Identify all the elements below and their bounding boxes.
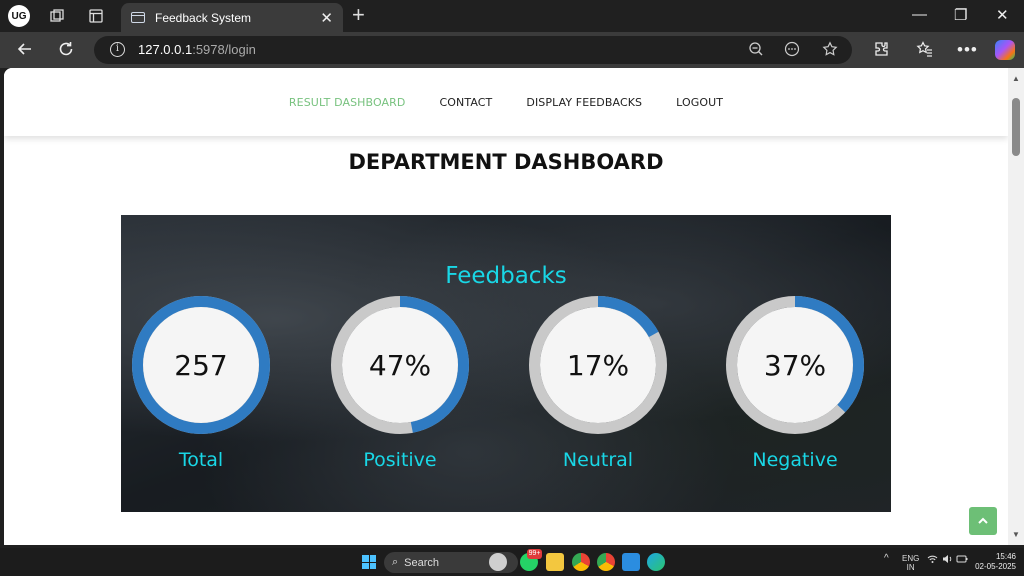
edge-icon[interactable]	[647, 553, 665, 571]
file-explorer-icon[interactable]	[546, 553, 564, 571]
minimize-button[interactable]: —	[912, 6, 927, 23]
page-viewport: RESULT DASHBOARD CONTACT DISPLAY FEEDBAC…	[4, 68, 1008, 545]
stat-negative: 37% Negative	[725, 295, 865, 471]
stat-label: Positive	[363, 449, 437, 471]
scroll-to-top-button[interactable]	[969, 507, 997, 535]
stat-value: 257	[174, 348, 228, 382]
page-favicon-icon	[131, 12, 145, 23]
chevron-up-icon	[978, 517, 988, 524]
nav-contact[interactable]: CONTACT	[440, 96, 493, 109]
zoom-out-icon[interactable]	[748, 41, 764, 61]
favorites-icon[interactable]	[916, 40, 934, 63]
search-icon: ⌕	[392, 556, 399, 568]
page-scrollbar[interactable]: ▲ ▼	[1008, 68, 1024, 545]
chevron-up-icon[interactable]: ^	[884, 554, 889, 564]
feedback-stats-panel: Feedbacks 257 Total 47% Positive 17% Neu…	[121, 215, 891, 512]
chrome-profile-icon[interactable]	[597, 553, 615, 571]
stat-neutral: 17% Neutral	[528, 295, 668, 471]
scroll-up-arrow-icon[interactable]: ▲	[1012, 74, 1020, 83]
battery-icon[interactable]	[956, 554, 968, 566]
stat-value: 37%	[763, 348, 827, 382]
volume-icon[interactable]	[942, 554, 953, 566]
tab-close-icon[interactable]: ✕	[320, 9, 333, 27]
browser-toolbar: i 127.0.0.1:5978/login •••	[0, 32, 1024, 68]
new-tab-button[interactable]: +	[352, 4, 365, 26]
stat-value: 17%	[566, 348, 630, 382]
nav-logout[interactable]: LOGOUT	[676, 96, 723, 109]
section-label: Feedbacks	[445, 263, 567, 289]
copilot-icon[interactable]	[995, 40, 1015, 60]
refresh-icon[interactable]	[57, 40, 75, 63]
browser-tab-bar: UG Feedback System ✕ + — ❐ ✕	[0, 0, 1024, 32]
stat-label: Neutral	[562, 449, 634, 471]
stat-value: 47%	[368, 348, 432, 382]
stat-label: Negative	[752, 449, 838, 471]
wifi-icon[interactable]	[927, 554, 938, 566]
system-clock[interactable]: 15:46 02-05-2025	[972, 552, 1016, 572]
stat-total: 257 Total	[131, 295, 271, 471]
language-indicator[interactable]: ENG IN	[902, 554, 919, 572]
scroll-down-arrow-icon[interactable]: ▼	[1012, 530, 1020, 539]
tab-feedback-system[interactable]: Feedback System ✕	[121, 3, 343, 32]
stat-positive: 47% Positive	[330, 295, 470, 471]
address-bar[interactable]: i 127.0.0.1:5978/login	[94, 36, 852, 64]
stat-label: Total	[178, 449, 224, 471]
profile-avatar[interactable]: UG	[8, 5, 30, 27]
nav-result-dashboard[interactable]: RESULT DASHBOARD	[289, 96, 406, 109]
notification-badge: 99+	[527, 549, 542, 559]
extensions-icon[interactable]	[872, 40, 890, 63]
restore-button[interactable]: ❐	[954, 6, 967, 24]
back-arrow-icon[interactable]	[16, 40, 34, 63]
nav-display-feedbacks[interactable]: DISPLAY FEEDBACKS	[526, 96, 642, 109]
url-text[interactable]: 127.0.0.1:5978/login	[138, 42, 256, 57]
vscode-icon[interactable]	[622, 553, 640, 571]
more-tools-icon[interactable]	[784, 41, 800, 61]
widget-icon[interactable]	[489, 553, 507, 571]
scrollbar-thumb[interactable]	[1012, 98, 1020, 156]
site-info-icon[interactable]: i	[110, 42, 125, 57]
windows-start-icon[interactable]	[362, 555, 376, 569]
workspaces-icon[interactable]	[45, 4, 69, 28]
favorite-star-icon[interactable]	[822, 41, 838, 61]
tab-actions-icon[interactable]	[84, 4, 108, 28]
tab-title: Feedback System	[155, 10, 252, 25]
close-window-button[interactable]: ✕	[996, 6, 1009, 24]
windows-taskbar: ⌕ Search 99+ ^ ENG IN 15:46 02-05-2025	[0, 548, 1024, 576]
settings-more-icon[interactable]: •••	[957, 40, 978, 60]
chrome-icon[interactable]	[572, 553, 590, 571]
page-title: DEPARTMENT DASHBOARD	[348, 150, 664, 174]
site-nav: RESULT DASHBOARD CONTACT DISPLAY FEEDBAC…	[4, 68, 1008, 136]
